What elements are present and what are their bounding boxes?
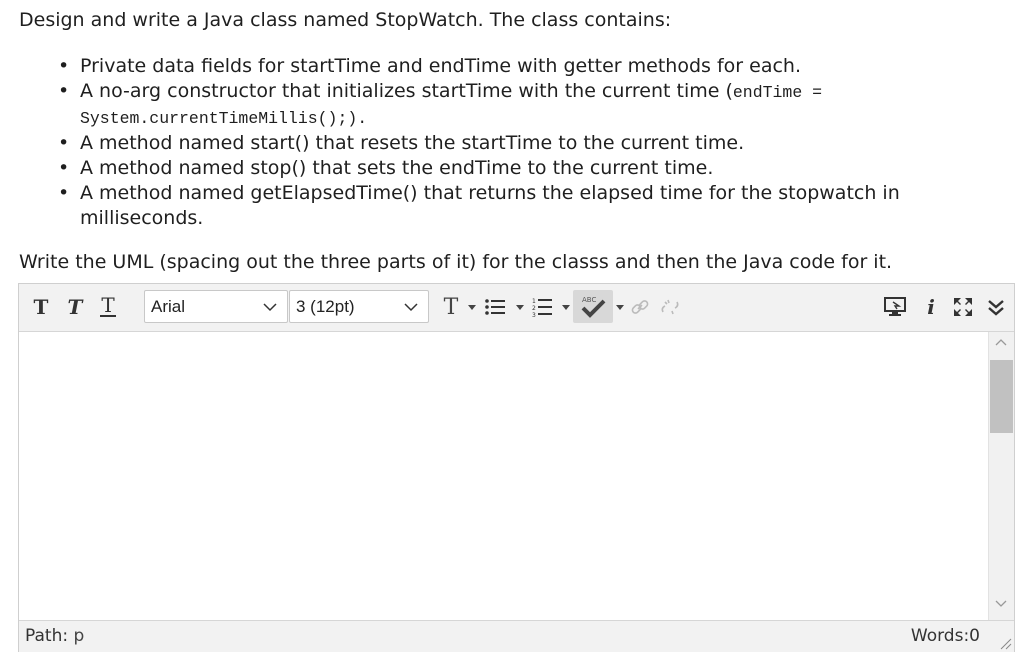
spellcheck-icon[interactable]: ABC [573,290,613,323]
editor-statusbar: Path: p Words:0 [19,620,1014,652]
svg-text:T: T [68,296,85,318]
bold-icon[interactable]: T [27,293,55,321]
svg-text:T: T [444,295,459,319]
fullscreen-icon[interactable] [949,293,977,321]
list-item: A no-arg constructor that initializes st… [38,79,918,131]
requirements-list: Private data fields for startTime and en… [38,54,918,231]
path-indicator: Path: p [25,626,85,646]
editor-toolbar: T T T Arial 3 (12pt) T 1 2 3 ABC i [19,284,1014,332]
word-count: Words:0 [910,626,980,646]
svg-text:i: i [927,296,935,318]
svg-text:1: 1 [532,298,536,305]
svg-text:T: T [34,296,49,318]
chevron-down-icon [263,303,277,312]
svg-text:3: 3 [532,312,536,318]
list-item: Private data fields for startTime and en… [38,54,918,79]
numbered-list-icon[interactable]: 1 2 3 [526,293,558,321]
list-item: A method named getElapsedTime() that ret… [38,181,918,231]
list-item: A method named start() that resets the s… [38,131,918,156]
scroll-up-icon[interactable] [995,338,1007,346]
bullet-list-dropdown[interactable] [516,305,524,310]
scrollbar-thumb[interactable] [990,360,1013,433]
underline-icon[interactable]: T [94,293,122,321]
unlink-icon[interactable] [656,293,684,321]
collapse-icon[interactable] [982,293,1010,321]
path-element-p[interactable]: p [73,626,84,646]
text-color-dropdown[interactable] [468,305,476,310]
info-icon[interactable]: i [919,293,943,321]
spellcheck-dropdown[interactable] [616,305,624,310]
code-snippet: System.currentTimeMillis();). [80,109,368,128]
resize-grip-icon[interactable] [998,636,1012,650]
chevron-down-icon [404,303,418,312]
vertical-scrollbar[interactable] [988,332,1014,620]
question-intro: Design and write a Java class named Stop… [19,9,672,31]
rich-text-editor: T T T Arial 3 (12pt) T 1 2 3 ABC i Path:… [18,283,1015,652]
code-snippet: endTime = [732,83,823,102]
svg-text:ABC: ABC [582,296,596,304]
bullet-list-icon[interactable] [480,293,510,321]
font-family-select[interactable]: Arial [144,290,288,323]
font-size-select[interactable]: 3 (12pt) [289,290,429,323]
preview-icon[interactable] [881,293,909,321]
list-item: A method named stop() that sets the endT… [38,156,918,181]
text-color-icon[interactable]: T [437,293,465,321]
link-icon[interactable] [627,293,653,321]
task-instruction: Write the UML (spacing out the three par… [19,251,893,273]
scroll-down-icon[interactable] [995,600,1007,608]
editor-content-area[interactable] [19,332,989,620]
numbered-list-dropdown[interactable] [562,305,570,310]
italic-icon[interactable]: T [61,293,89,321]
svg-text:T: T [101,295,115,317]
svg-text:2: 2 [532,305,536,312]
